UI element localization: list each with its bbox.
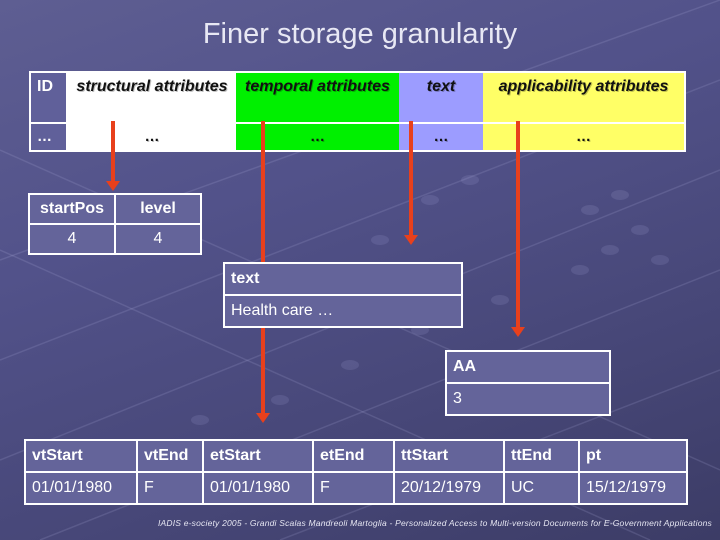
record-header-row: ID structural attributes temporal attrib…: [31, 73, 684, 122]
temporal-value-row: 01/01/1980 F 01/01/1980 F 20/12/1979 UC …: [24, 471, 688, 505]
header-temporal-attributes: temporal attributes: [236, 73, 399, 122]
value-id: …: [31, 124, 66, 150]
record-table: ID structural attributes temporal attrib…: [29, 71, 686, 152]
value-vtend: F: [136, 471, 204, 505]
temporal-header-row: vtStart vtEnd etStart etEnd ttStart ttEn…: [24, 439, 688, 473]
header-vtend: vtEnd: [136, 439, 204, 473]
record-value-row: … … … … …: [31, 124, 684, 150]
value-level: 4: [114, 223, 202, 255]
value-etend: F: [312, 471, 395, 505]
header-aa: AA: [445, 350, 611, 384]
slide-footer: IADIS e-society 2005 - Grandi Scalas Man…: [157, 518, 712, 528]
value-ttstart: 20/12/1979: [393, 471, 505, 505]
header-applicability-attributes: applicability attributes: [483, 73, 684, 122]
structural-header-row: startPos level: [28, 193, 202, 225]
arrow-text: [404, 121, 418, 245]
header-structural-attributes: structural attributes: [68, 73, 236, 122]
header-id: ID: [31, 73, 66, 122]
value-aa: 3: [445, 382, 611, 416]
value-etstart: 01/01/1980: [202, 471, 314, 505]
slide-title: Finer storage granularity: [202, 18, 518, 50]
value-pt: 15/12/1979: [578, 471, 688, 505]
structural-table: startPos level 4 4: [28, 193, 202, 255]
header-level: level: [114, 193, 202, 225]
header-startpos: startPos: [28, 193, 116, 225]
header-etstart: etStart: [202, 439, 314, 473]
value-startpos: 4: [28, 223, 116, 255]
arrow-applicability: [511, 121, 525, 337]
value-ttend: UC: [503, 471, 580, 505]
header-pt: pt: [578, 439, 688, 473]
temporal-table: vtStart vtEnd etStart etEnd ttStart ttEn…: [24, 439, 688, 505]
value-text-field: Health care …: [223, 294, 463, 328]
header-vtstart: vtStart: [24, 439, 138, 473]
header-text-field: text: [223, 262, 463, 296]
structural-value-row: 4 4: [28, 223, 202, 255]
applicability-table: AA 3: [445, 350, 611, 416]
arrow-structural: [106, 121, 120, 191]
header-ttend: ttEnd: [503, 439, 580, 473]
header-ttstart: ttStart: [393, 439, 505, 473]
header-text: text: [399, 73, 483, 122]
header-etend: etEnd: [312, 439, 395, 473]
value-applicability: …: [483, 124, 684, 150]
text-table: text Health care …: [223, 262, 463, 328]
value-structural: …: [68, 124, 236, 150]
value-vtstart: 01/01/1980: [24, 471, 138, 505]
